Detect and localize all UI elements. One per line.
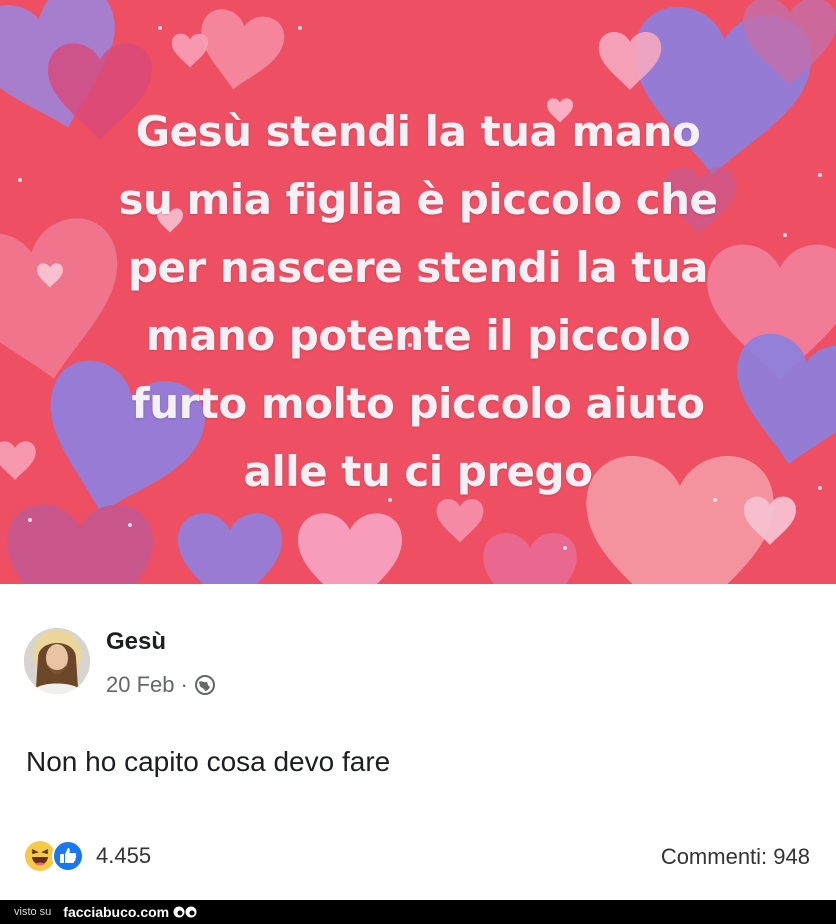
meta-separator: ·: [180, 672, 188, 697]
eyes-logo-icon: [173, 906, 197, 918]
jesus-portrait-icon: [24, 628, 90, 694]
globe-icon[interactable]: [194, 674, 216, 696]
author-avatar[interactable]: [24, 628, 90, 694]
banner-line: per nascere stendi la tua: [127, 243, 709, 292]
post-image-banner[interactable]: Gesù stendi la tua mano su mia figlia è …: [0, 0, 836, 584]
reactions-count: 4.455: [96, 843, 152, 868]
post-card: Gesù 20 Feb · Non ho capito cosa devo fa…: [0, 584, 836, 900]
banner-line: mano potente il piccolo: [145, 311, 691, 360]
banner-line: furto molto piccolo aiuto: [131, 379, 705, 428]
reactions-summary[interactable]: 4.455: [24, 840, 151, 872]
banner-line: alle tu ci prego: [243, 447, 593, 496]
post-message: Non ho capito cosa devo fare: [26, 746, 391, 777]
watermark-site[interactable]: facciabuco.com: [63, 904, 169, 920]
post-meta: 20 Feb ·: [106, 672, 216, 698]
author-name[interactable]: Gesù: [106, 628, 166, 656]
like-thumb-icon: [52, 840, 84, 872]
watermark-visto: visto su: [14, 906, 52, 918]
watermark-bar: visto su facciabuco.com: [0, 900, 836, 924]
banner-prayer-text: Gesù stendi la tua mano su mia figlia è …: [40, 98, 796, 506]
banner-line: Gesù stendi la tua mano: [135, 107, 701, 156]
comments-count-link[interactable]: Commenti: 948: [661, 844, 810, 870]
banner-line: su mia figlia è piccolo che: [118, 175, 718, 224]
post-date[interactable]: 20 Feb: [106, 672, 175, 698]
